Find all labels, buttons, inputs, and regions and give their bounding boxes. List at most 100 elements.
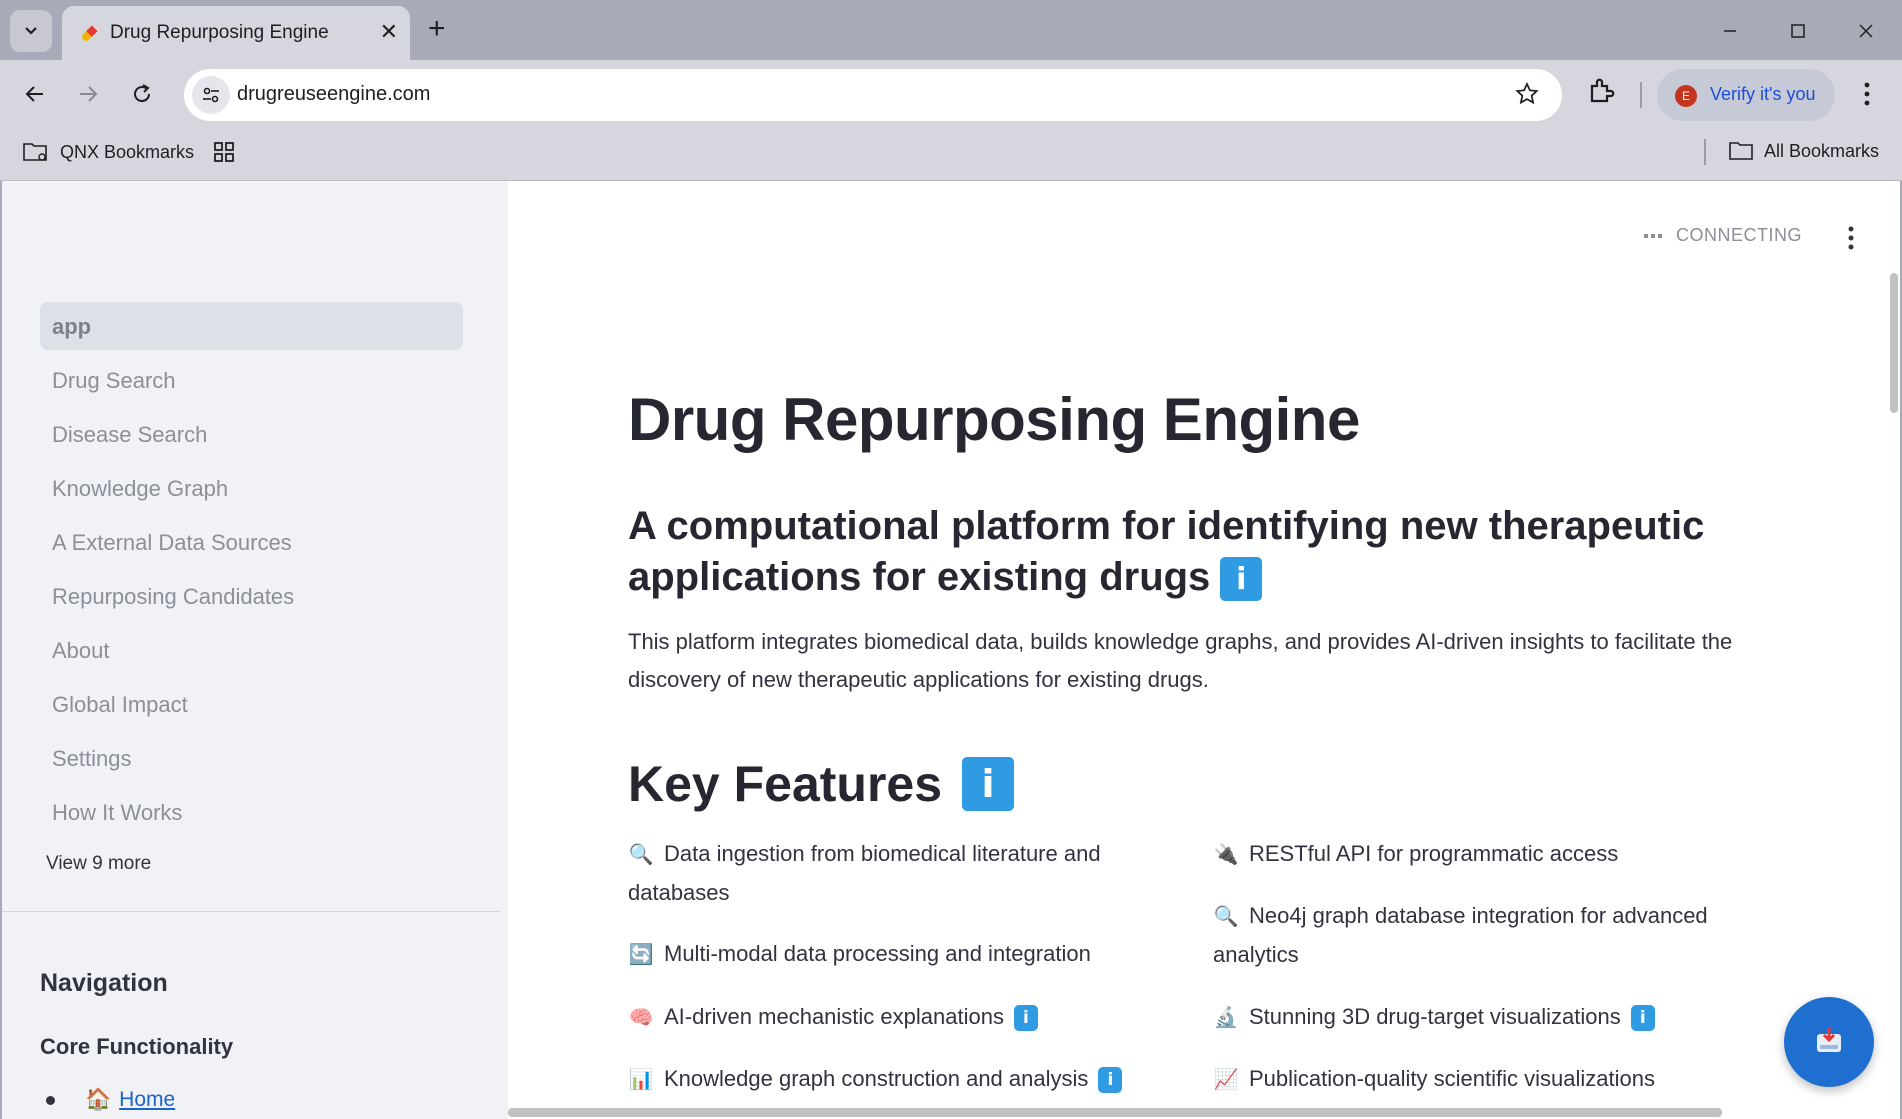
feature-text: Neo4j graph database integration for adv… — [1213, 903, 1708, 967]
bookmarks-separator — [1704, 139, 1706, 165]
new-tab-button[interactable]: + — [428, 14, 446, 44]
vertical-scrollbar[interactable] — [1890, 273, 1898, 413]
bullet — [46, 1095, 55, 1105]
home-icon: 🏠 — [85, 1088, 112, 1111]
info-icon: i — [962, 757, 1015, 811]
forward-button[interactable] — [70, 76, 106, 112]
ellipsis-icon — [1644, 233, 1662, 238]
sidebar-item-settings[interactable]: Settings — [40, 734, 463, 782]
status-text: CONNECTING — [1676, 225, 1802, 245]
sidebar-item-external-data-sources[interactable]: A External Data Sources — [40, 518, 463, 566]
sidebar-divider — [2, 911, 500, 912]
tune-icon — [203, 87, 219, 103]
sidebar-item-global-impact[interactable]: Global Impact — [40, 680, 463, 728]
feature-text: AI-driven mechanistic explanations — [664, 1004, 1004, 1029]
info-icon: i — [1630, 1005, 1655, 1032]
plug-icon: 🔌 — [1213, 844, 1239, 866]
profile-label: Verify it's you — [1710, 84, 1816, 104]
sidebar-item-app[interactable]: app — [40, 302, 463, 350]
subtitle-text: A computational platform for identifying… — [628, 504, 1705, 599]
navigation-heading: Navigation — [40, 969, 168, 997]
close-window-icon[interactable] — [1846, 14, 1886, 48]
site-info-button[interactable] — [192, 76, 230, 114]
pill-favicon-icon — [82, 25, 98, 41]
browser-menu-icon[interactable] — [1855, 76, 1879, 112]
browser-tab-active[interactable]: Drug Repurposing Engine ✕ — [62, 6, 410, 60]
chevron-down-icon — [25, 27, 37, 35]
folder-icon — [1729, 142, 1753, 160]
key-features-heading: Key Features i — [628, 755, 1015, 813]
minimize-window-icon[interactable] — [1710, 14, 1750, 48]
close-tab-icon[interactable]: ✕ — [380, 20, 398, 44]
refresh-icon: 🔄 — [628, 944, 654, 966]
main-content: CONNECTING Drug Repurposing Engine A com… — [508, 181, 1900, 1119]
bar-chart-icon: 📊 — [628, 1069, 654, 1091]
view-more-button[interactable]: View 9 more — [46, 853, 151, 875]
bookmark-folder-qnx[interactable]: QNX Bookmarks — [22, 140, 194, 164]
bookmark-folder-label: QNX Bookmarks — [60, 141, 195, 162]
app-menu-icon[interactable] — [1839, 223, 1863, 253]
core-functionality-heading: Core Functionality — [40, 1034, 234, 1059]
feature-publication-visualizations: 📈 Publication-quality scientific visualiz… — [1213, 1060, 1773, 1099]
address-bar[interactable]: drugreuseengine.com — [184, 69, 1562, 121]
feature-rest-api: 🔌 RESTful API for programmatic access — [1213, 835, 1773, 874]
reload-icon — [134, 84, 151, 103]
arrow-left-icon — [25, 86, 43, 102]
sidebar: app Drug Search Disease Search Knowledge… — [2, 181, 508, 1119]
home-link[interactable]: Home — [119, 1088, 175, 1112]
magnifier-icon: 🔍 — [1213, 906, 1239, 928]
feature-text: Multi-modal data processing and integrat… — [664, 941, 1091, 966]
sidebar-item-how-it-works[interactable]: How It Works — [40, 788, 463, 836]
all-bookmarks-button[interactable]: All Bookmarks — [1728, 140, 1879, 162]
line-chart-icon: 📈 — [1213, 1069, 1239, 1091]
floating-action-button[interactable] — [1784, 997, 1874, 1087]
feature-ai-explanations: 🧠 AI-driven mechanistic explanations i — [628, 998, 1188, 1037]
feature-3d-visualizations: 🔬 Stunning 3D drug-target visualizations i — [1213, 998, 1773, 1037]
sidebar-item-drug-search[interactable]: Drug Search — [40, 356, 463, 404]
list-item: 🏠 Home — [46, 1088, 175, 1112]
feature-knowledge-graph: 📊 Knowledge graph construction and analys… — [628, 1060, 1188, 1099]
sidebar-item-repurposing-candidates[interactable]: Repurposing Candidates — [40, 572, 463, 620]
description: This platform integrates biomedical data… — [628, 629, 1733, 692]
back-button[interactable] — [17, 76, 53, 112]
key-features-text: Key Features — [628, 756, 943, 812]
magnifier-icon: 🔍 — [628, 844, 654, 866]
url-text[interactable]: drugreuseengine.com — [237, 83, 430, 106]
browser-tab-strip: Drug Repurposing Engine ✕ + — [0, 0, 1902, 60]
feature-text: RESTful API for programmatic access — [1249, 841, 1619, 866]
connection-status: CONNECTING — [1644, 225, 1802, 246]
arrow-right-icon — [80, 86, 98, 102]
extensions-icon[interactable] — [1587, 76, 1617, 106]
info-icon: i — [1220, 557, 1263, 602]
info-icon: i — [1013, 1005, 1038, 1032]
browser-toolbar: drugreuseengine.com E Verify it's you — [0, 60, 1902, 128]
feature-text: Stunning 3D drug-target visualizations — [1249, 1004, 1621, 1029]
sidebar-item-knowledge-graph[interactable]: Knowledge Graph — [40, 464, 463, 512]
tab-search-button[interactable] — [10, 10, 52, 52]
feature-text: Data ingestion from biomedical literatur… — [628, 841, 1101, 905]
feature-data-ingestion: 🔍 Data ingestion from biomedical literatu… — [628, 835, 1148, 912]
maximize-window-icon[interactable] — [1778, 14, 1818, 48]
sidebar-item-disease-search[interactable]: Disease Search — [40, 410, 463, 458]
sidebar-item-about[interactable]: About — [40, 626, 463, 674]
bookmarks-bar: QNX Bookmarks All Bookmarks — [0, 128, 1902, 181]
feature-text: Knowledge graph construction and analysi… — [664, 1066, 1089, 1091]
tab-title: Drug Repurposing Engine — [110, 22, 329, 43]
apps-grid-icon — [214, 142, 234, 162]
profile-avatar: E — [1675, 85, 1697, 107]
reload-button[interactable] — [124, 76, 160, 112]
info-icon: i — [1098, 1067, 1123, 1094]
feature-neo4j: 🔍 Neo4j graph database integration for ad… — [1213, 897, 1733, 974]
profile-button[interactable]: E Verify it's you — [1657, 69, 1835, 121]
horizontal-scrollbar[interactable] — [508, 1108, 1722, 1117]
folder-settings-icon — [23, 143, 47, 161]
brain-icon: 🧠 — [628, 1007, 654, 1029]
all-bookmarks-label: All Bookmarks — [1764, 140, 1880, 161]
page-subtitle: A computational platform for identifying… — [628, 501, 1728, 603]
web-page: app Drug Search Disease Search Knowledge… — [0, 181, 1902, 1119]
microscope-icon: 🔬 — [1213, 1007, 1239, 1029]
bookmark-star-icon[interactable] — [1514, 81, 1540, 107]
page-title: Drug Repurposing Engine — [628, 386, 1360, 453]
download-tray-icon — [1817, 1028, 1841, 1052]
apps-shortcut[interactable] — [212, 140, 236, 164]
